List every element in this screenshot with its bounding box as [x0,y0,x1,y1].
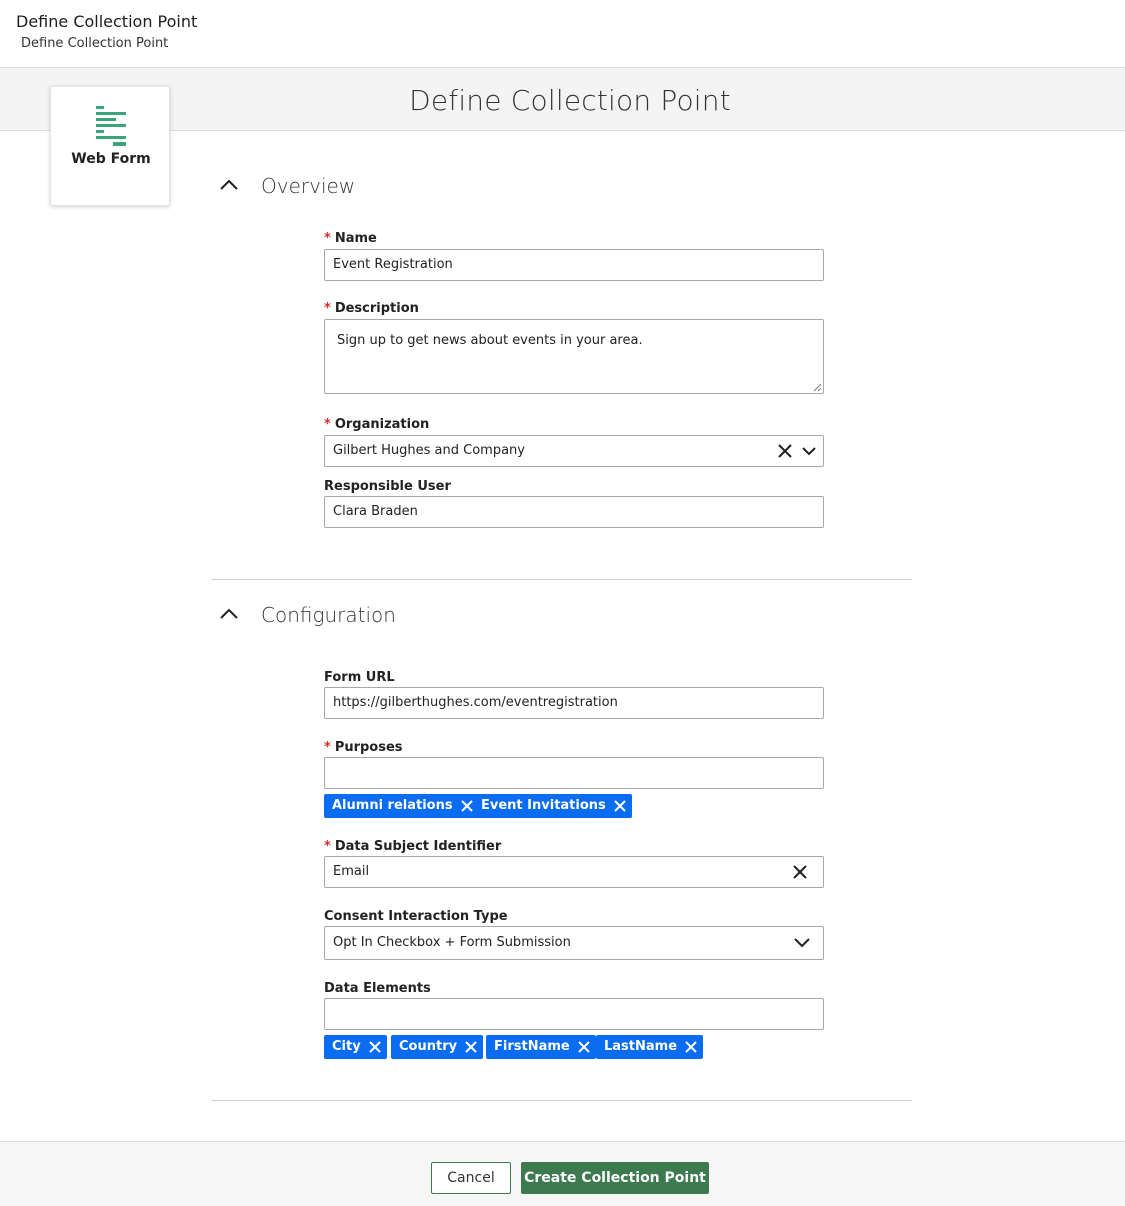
overview-section-title: Overview [261,174,356,198]
description-textarea[interactable]: Sign up to get news about events in your… [324,319,824,394]
required-asterisk: * [324,301,331,316]
organization-chevron-down-icon[interactable] [800,442,818,460]
responsible-user-input[interactable]: Clara Braden [324,496,824,528]
clear-identifier-close-icon[interactable] [791,863,809,881]
purpose-tag: Alumni relations [324,794,479,818]
section-divider [212,579,912,580]
configuration-section-title: Configuration [261,603,396,627]
data-elements-input[interactable] [324,998,824,1030]
consent-type-chevron-down-icon[interactable] [793,934,811,952]
data-element-tag: City [324,1035,387,1059]
remove-tag-close-icon[interactable] [368,1040,382,1054]
name-input[interactable]: Event Registration [324,249,824,281]
remove-tag-close-icon[interactable] [613,799,627,813]
remove-tag-close-icon[interactable] [577,1040,591,1054]
required-asterisk: * [324,417,331,432]
consent-interaction-type-label: Consent Interaction Type [324,909,508,924]
web-form-label: Web Form [71,151,151,167]
organization-label: * Organization [324,417,430,432]
required-asterisk: * [324,740,331,755]
breadcrumb[interactable]: Define Collection Point [21,36,168,51]
section-divider [212,1100,912,1101]
purposes-label: * Purposes [324,740,403,755]
purposes-input[interactable] [324,757,824,789]
purpose-tag: Event Invitations [473,794,632,818]
data-elements-label: Data Elements [324,981,431,996]
form-url-label: Form URL [324,670,395,685]
collapse-configuration-chevron-up-icon[interactable] [218,603,240,625]
data-subject-identifier-value: Email [333,864,370,879]
remove-tag-close-icon[interactable] [460,799,474,813]
web-form-icon [96,106,126,146]
organization-select[interactable]: Gilbert Hughes and Company [324,435,824,467]
remove-tag-close-icon[interactable] [464,1040,478,1054]
data-element-tag-label: Country [399,1039,458,1054]
remove-tag-close-icon[interactable] [684,1040,698,1054]
name-label: * Name [324,231,377,246]
description-text: Sign up to get news about events in your… [337,333,643,348]
form-url-input[interactable]: https://gilberthughes.com/eventregistrat… [324,687,824,719]
footer-actions: Cancel Create Collection Point [0,1141,1125,1206]
create-collection-point-button[interactable]: Create Collection Point [521,1162,709,1194]
collapse-overview-chevron-up-icon[interactable] [218,174,240,196]
resize-grip-icon[interactable] [813,383,822,392]
data-element-tag-label: FirstName [494,1039,570,1054]
cancel-button[interactable]: Cancel [431,1162,511,1194]
top-bar: Define Collection Point Define Collectio… [0,0,1125,68]
purpose-tag-label: Alumni relations [332,798,453,813]
responsible-user-label: Responsible User [324,479,451,494]
data-element-tag: Country [391,1035,484,1059]
organization-value: Gilbert Hughes and Company [333,443,525,458]
data-element-tag: LastName [596,1035,704,1059]
clear-organization-close-icon[interactable] [776,442,794,460]
purpose-tag-label: Event Invitations [481,798,606,813]
required-asterisk: * [324,231,331,246]
consent-interaction-type-value: Opt In Checkbox + Form Submission [333,935,571,950]
data-subject-identifier-label: * Data Subject Identifier [324,839,502,854]
data-element-tag-label: City [332,1039,361,1054]
data-element-tag: FirstName [486,1035,596,1059]
web-form-card[interactable]: Web Form [50,86,170,206]
app-title: Define Collection Point [16,12,198,31]
consent-interaction-type-select[interactable]: Opt In Checkbox + Form Submission [324,926,824,960]
data-subject-identifier-select[interactable]: Email [324,856,824,888]
required-asterisk: * [324,839,331,854]
description-label: * Description [324,301,419,316]
data-element-tag-label: LastName [604,1039,678,1054]
